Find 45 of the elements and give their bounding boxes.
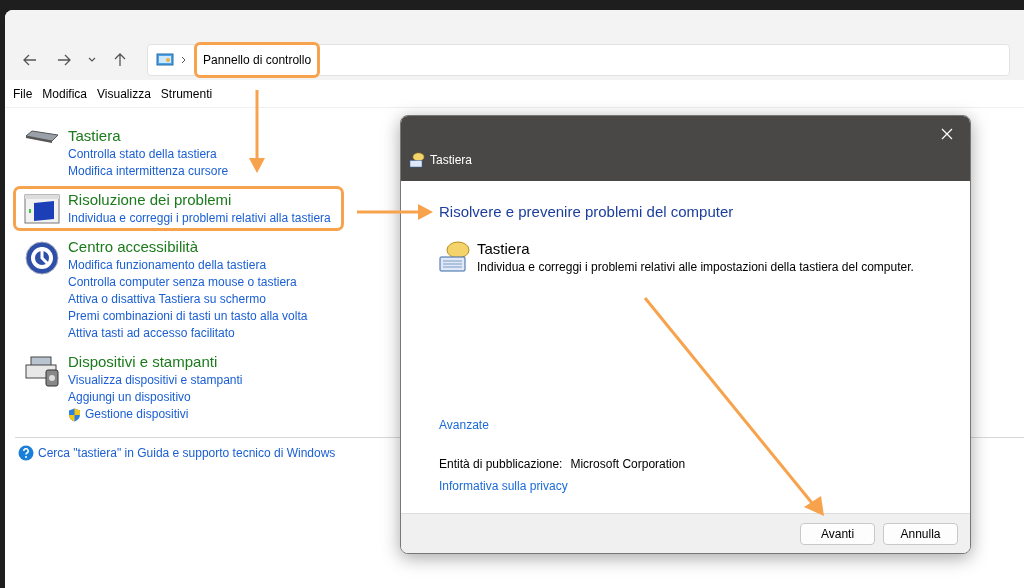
menu-item[interactable]: File: [8, 82, 38, 105]
section-title[interactable]: Risoluzione dei problemi: [68, 190, 232, 210]
section-title[interactable]: Centro accessibilità: [68, 237, 199, 257]
menu-item[interactable]: Visualizza: [92, 82, 156, 105]
dialog-title: Tastiera: [430, 152, 473, 169]
publisher-name: Microsoft Corporation: [570, 456, 686, 473]
dialog-button[interactable]: Annulla: [883, 522, 958, 545]
accessibility-icon: [25, 241, 59, 275]
task-link[interactable]: Gestione dispositivi: [85, 406, 189, 423]
advanced-link[interactable]: Avanzate: [439, 418, 489, 432]
close-icon: [941, 128, 953, 140]
section-title[interactable]: Dispositivi e stampanti: [68, 352, 218, 372]
keyboard-bubble-icon: [439, 239, 471, 272]
dialog-heading: Risolvere e prevenire problemi del computer: [439, 202, 735, 222]
publisher-label: Entità di pubblicazione:: [439, 456, 563, 473]
task-link[interactable]: Visualizza dispositivi e stampanti: [68, 372, 243, 389]
address-path[interactable]: Pannello di controllo: [194, 42, 321, 78]
monitor-icon: [24, 194, 60, 224]
task-link[interactable]: Attiva o disattiva Tastiera su schermo: [68, 291, 266, 308]
caret-icon: [88, 57, 96, 63]
address-bar[interactable]: Pannello di controllo: [147, 44, 1010, 76]
dialog-button[interactable]: Avanti: [800, 522, 875, 545]
menu-item[interactable]: Modifica: [37, 82, 93, 105]
menu-item[interactable]: Strumenti: [155, 82, 218, 105]
keyboard-icon: [24, 130, 60, 144]
task-link[interactable]: Modifica intermittenza cursore: [68, 163, 229, 180]
task-link[interactable]: Controlla computer senza mouse o tastiera: [68, 274, 297, 291]
task-link[interactable]: Attiva tasti ad accesso facilitato: [68, 325, 235, 342]
back-icon: [22, 52, 38, 68]
help-link[interactable]: Cerca "tastiera" in Guida e supporto tecnico di Windows: [38, 444, 336, 462]
forward-icon: [56, 52, 72, 68]
keyboard-bubble-icon: [409, 152, 425, 168]
help-icon: [18, 445, 34, 461]
task-link[interactable]: Aggiungi un dispositivo: [68, 389, 191, 406]
up-icon: [112, 52, 128, 68]
control-panel-icon: [156, 53, 174, 67]
task-link[interactable]: Individua e correggi i problemi relativi alla tastiera: [68, 210, 331, 227]
privacy-link[interactable]: Informativa sulla privacy: [439, 479, 568, 493]
task-link[interactable]: Premi combinazioni di tasti un tasto alla volta: [68, 308, 308, 325]
troubleshooter-description: Individua e correggi i problemi relativi alle impostazioni della tastiera del computer.: [477, 258, 914, 276]
task-link[interactable]: Modifica funzionamento della tastiera: [68, 257, 267, 274]
task-link[interactable]: Controlla stato della tastiera: [68, 146, 217, 163]
section-title[interactable]: Tastiera: [68, 126, 121, 146]
troubleshooter-title[interactable]: Tastiera: [477, 239, 914, 258]
printer-icon: [25, 356, 59, 387]
